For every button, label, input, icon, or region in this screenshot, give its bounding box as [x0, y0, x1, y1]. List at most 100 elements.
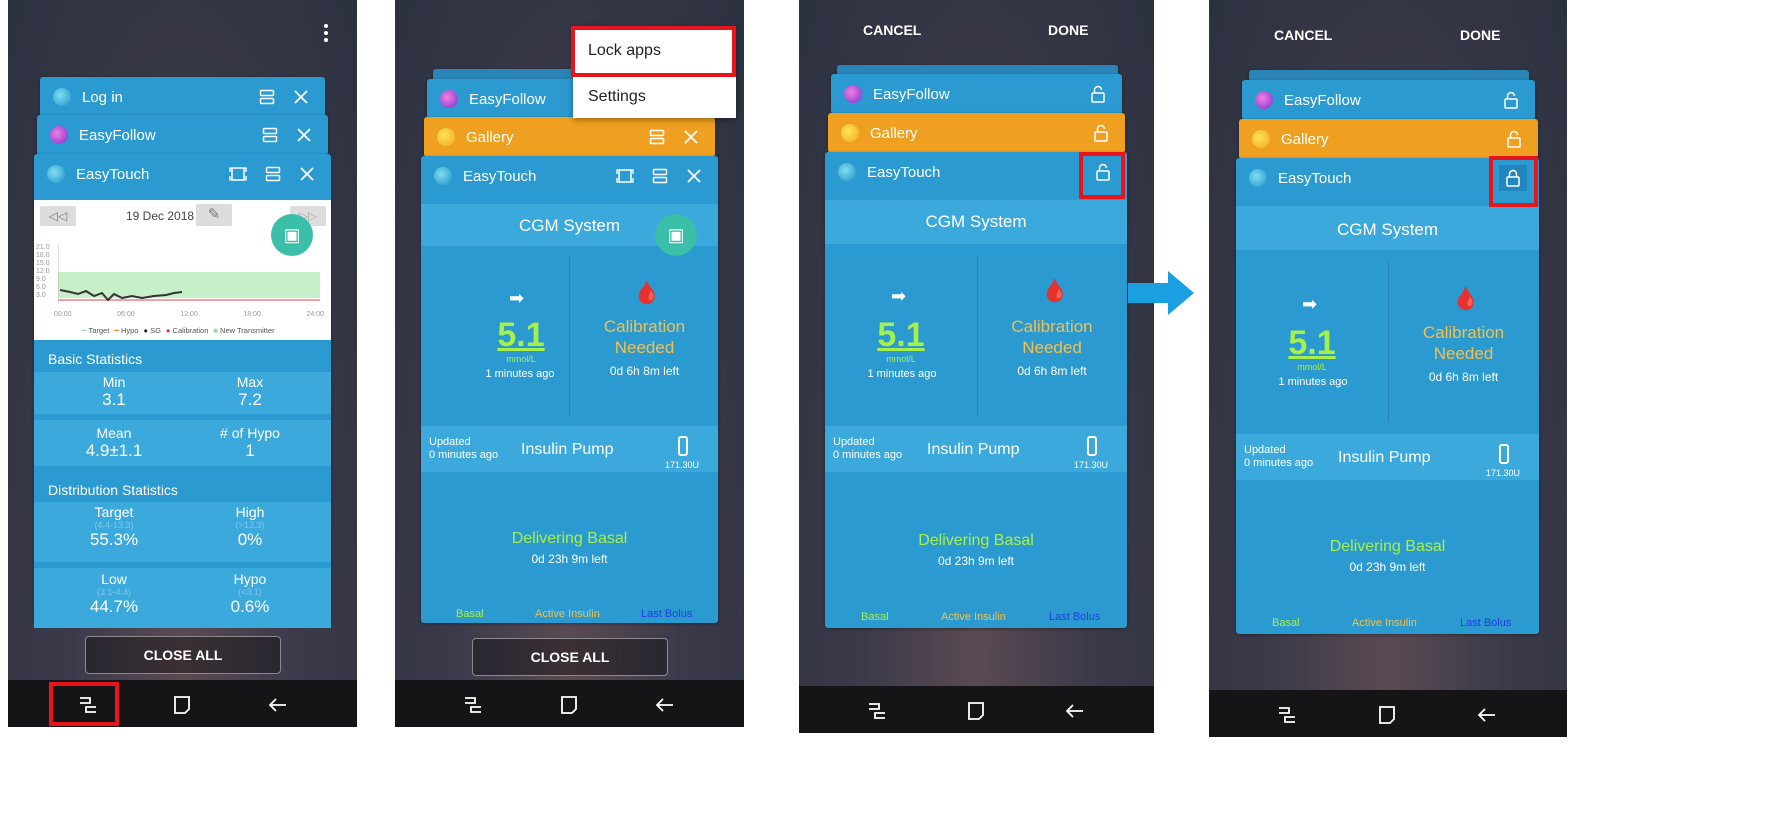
delivering-time-left: 0d 23h 9m left: [531, 552, 608, 566]
app-card-easytouch[interactable]: EasyTouch ◁◁ 19 Dec 2018 ✎ ▷▷ ▣ 21.0 18.…: [34, 154, 331, 628]
x-tick: 06:00: [117, 311, 135, 318]
home-icon[interactable]: [1375, 704, 1399, 726]
close-icon[interactable]: [293, 89, 309, 105]
screenshot-icon[interactable]: [616, 168, 634, 184]
cancel-button[interactable]: CANCEL: [863, 22, 921, 38]
tab-last-bolus[interactable]: Last Bolus: [1049, 611, 1100, 623]
back-icon[interactable]: [266, 694, 290, 716]
split-screen-icon[interactable]: [652, 168, 668, 184]
close-all-button[interactable]: CLOSE ALL: [85, 636, 281, 674]
pump-units: 171.30U: [665, 460, 700, 470]
app-icon: [440, 90, 458, 108]
delivering-basal: Delivering Basal: [511, 530, 628, 547]
delivering-basal: Delivering Basal: [1329, 538, 1446, 555]
recents-icon[interactable]: [1275, 704, 1299, 726]
tab-active-insulin[interactable]: Active Insulin: [535, 608, 600, 620]
blood-drop-icon: 🩸: [1041, 278, 1069, 303]
glucose-ago: 1 minutes ago: [1278, 376, 1348, 388]
app-card-gallery[interactable]: Gallery: [424, 117, 715, 157]
app-card-easyfollow[interactable]: EasyFollow: [1242, 80, 1535, 120]
y-tick: 12.0: [36, 268, 50, 275]
lock-open-icon[interactable]: [1506, 130, 1522, 148]
cgm-system-title: CGM System: [1336, 220, 1439, 239]
stat-label: Max: [236, 374, 264, 390]
back-icon[interactable]: [1063, 700, 1087, 722]
blood-drop-icon: 🩸: [1452, 286, 1480, 311]
done-button[interactable]: DONE: [1048, 22, 1088, 38]
y-tick: 21.0: [36, 244, 50, 251]
split-screen-icon[interactable]: [262, 127, 278, 143]
home-icon[interactable]: [557, 694, 581, 716]
prev-day-button[interactable]: ◁◁: [40, 206, 76, 226]
app-card-easyfollow[interactable]: EasyFollow: [37, 115, 328, 155]
tab-active-insulin[interactable]: Active Insulin: [941, 611, 1006, 623]
delivering-time-left: 0d 23h 9m left: [1349, 560, 1426, 574]
report-icon[interactable]: ▣: [655, 214, 697, 256]
navigation-bar: [1209, 690, 1567, 737]
close-all-button[interactable]: CLOSE ALL: [472, 638, 668, 676]
distribution-statistics-heading: Distribution Statistics: [48, 482, 178, 498]
tab-basal[interactable]: Basal: [456, 608, 484, 620]
calibration-label-1: Calibration: [1422, 323, 1505, 342]
lock-apps-highlight: [571, 26, 736, 77]
close-icon[interactable]: [683, 129, 699, 145]
app-card-log-in[interactable]: Log in: [40, 77, 325, 117]
close-icon[interactable]: [296, 127, 312, 143]
app-card-easyfollow[interactable]: EasyFollow: [831, 74, 1122, 114]
tab-last-bolus[interactable]: Last Bolus: [641, 608, 692, 620]
menu-item-settings[interactable]: Settings: [588, 88, 646, 106]
recents-icon[interactable]: [461, 694, 485, 716]
close-icon[interactable]: [299, 166, 315, 182]
navigation-bar: [395, 680, 744, 727]
screenshot-icon[interactable]: [229, 166, 247, 182]
chart-legend: ━ Target ━ Hypo ● SG ● Calibration ■ New…: [82, 326, 275, 335]
stat-label: High: [235, 504, 265, 520]
x-tick: 18:00: [243, 311, 261, 318]
insulin-pump-title: Insulin Pump: [927, 441, 1020, 458]
back-icon[interactable]: [653, 694, 677, 716]
cancel-button[interactable]: CANCEL: [1274, 27, 1332, 43]
app-card-title: EasyFollow: [873, 85, 950, 103]
app-card-easytouch[interactable]: EasyTouch CGM System ➡ 5.1 mmol/L 1 minu…: [1236, 158, 1539, 634]
app-card-title: EasyTouch: [76, 165, 150, 183]
tab-basal[interactable]: Basal: [1272, 617, 1300, 629]
lock-apps-screen-2: CANCEL DONE EasyFollow Gallery EasyTouch…: [1209, 0, 1567, 737]
split-screen-icon[interactable]: [259, 89, 275, 105]
app-card-easytouch[interactable]: EasyTouch CGM System ▣ ➡ 5.1 mmol/L 1 mi…: [421, 156, 718, 623]
arrow-right-icon: ➡: [509, 288, 525, 308]
home-icon[interactable]: [170, 694, 194, 716]
lock-open-icon[interactable]: [1090, 85, 1106, 103]
split-screen-icon[interactable]: [265, 166, 281, 182]
more-vert-icon[interactable]: [324, 24, 328, 42]
calibration-label-2: Needed: [614, 338, 675, 357]
recents-icon[interactable]: [865, 700, 889, 722]
tab-last-bolus[interactable]: Last Bolus: [1460, 617, 1511, 629]
app-card-easytouch[interactable]: EasyTouch CGM System ➡ 5.1 mmol/L 1 minu…: [825, 152, 1127, 628]
tab-basal[interactable]: Basal: [861, 611, 889, 623]
close-icon[interactable]: [686, 168, 702, 184]
arrow-right-icon: ➡: [891, 286, 907, 306]
stat-label: Hypo: [233, 571, 267, 587]
stat-value: 7.2: [238, 390, 262, 409]
updated-label: Updated: [833, 436, 875, 448]
glucose-unit: mmol/L: [1297, 362, 1327, 372]
app-card-gallery[interactable]: Gallery: [828, 113, 1125, 153]
app-card-title: EasyTouch: [867, 163, 941, 181]
app-card-title: Gallery: [1281, 130, 1329, 148]
home-icon[interactable]: [964, 700, 988, 722]
done-button[interactable]: DONE: [1460, 27, 1500, 43]
app-icon: [53, 88, 71, 106]
lock-open-icon[interactable]: [1093, 124, 1109, 142]
split-screen-icon[interactable]: [649, 129, 665, 145]
lock-icon-highlight: [1079, 152, 1125, 199]
updated-time: 0 minutes ago: [833, 449, 903, 461]
back-icon[interactable]: [1475, 704, 1499, 726]
cgm-system-title: CGM System: [925, 212, 1027, 231]
glucose-ago: 1 minutes ago: [867, 368, 937, 380]
app-card-gallery[interactable]: Gallery: [1239, 119, 1538, 159]
calibration-label-2: Needed: [1433, 344, 1494, 363]
lock-open-icon[interactable]: [1503, 91, 1519, 109]
edit-icon[interactable]: ✎: [196, 204, 232, 226]
tab-active-insulin[interactable]: Active Insulin: [1352, 617, 1417, 629]
chart-date: 19 Dec 2018: [126, 209, 195, 223]
